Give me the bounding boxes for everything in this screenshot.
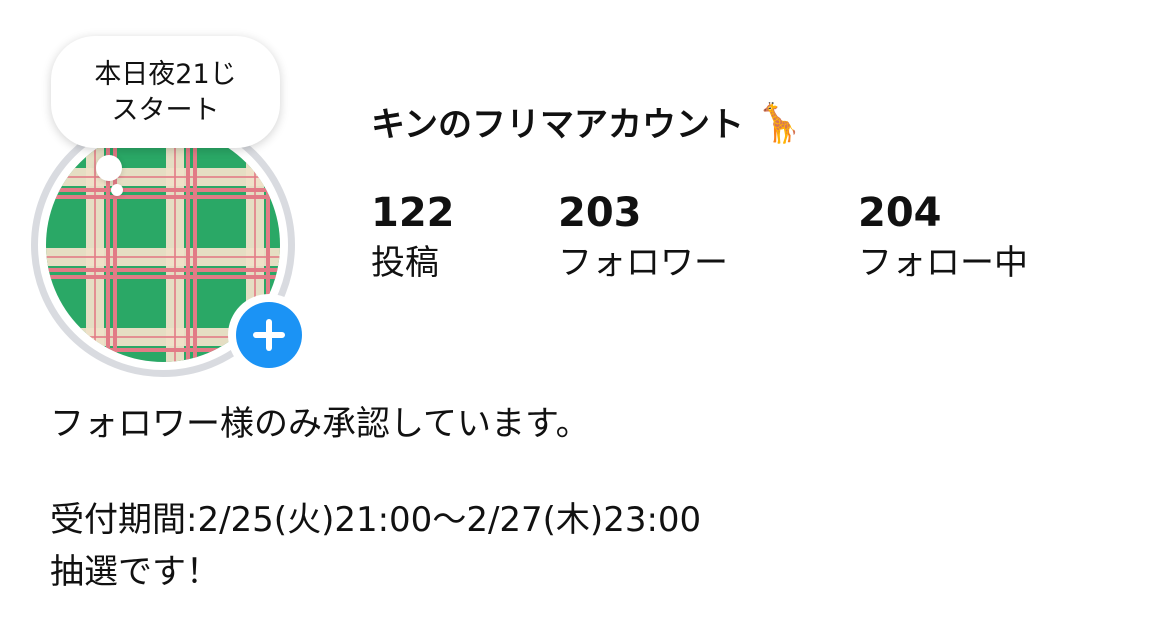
note-line-1: 本日夜21じ	[94, 59, 237, 90]
note-bubble-tail-small	[111, 184, 123, 196]
profile-name: キンのフリマアカウント 🦒	[371, 98, 803, 150]
following-count: 204	[858, 190, 942, 236]
following-stat[interactable]: 204 フォロー中	[858, 188, 1028, 288]
posts-label: 投稿	[371, 243, 439, 283]
note-bubble[interactable]: 本日夜21じ スタート	[51, 36, 280, 148]
profile-name-text: キンのフリマアカウント	[371, 105, 744, 145]
following-label: フォロー中	[858, 243, 1028, 283]
note-bubble-tail-large	[96, 155, 122, 181]
add-story-circle	[236, 302, 302, 368]
giraffe-icon: 🦒	[755, 101, 804, 145]
bio-spacer	[50, 450, 1140, 494]
followers-label: フォロワー	[558, 243, 728, 283]
bio-line-1: フォロワー様のみ承認しています。	[50, 404, 590, 444]
add-story-button[interactable]	[228, 294, 310, 376]
profile-header: 本日夜21じ スタート キンのフリマアカウント 🦒 122 投稿 203 フォロ…	[0, 0, 1170, 390]
posts-stat[interactable]: 122 投稿	[371, 188, 455, 288]
posts-count: 122	[371, 190, 455, 236]
bio-line-2: 受付期間:2/25(火)21:00～2/27(木)23:00	[50, 500, 702, 540]
profile-bio: フォロワー様のみ承認しています。 受付期間:2/25(火)21:00～2/27(…	[50, 398, 1140, 598]
bio-line-3: 抽選です！	[50, 552, 220, 592]
note-line-2: スタート	[111, 95, 220, 126]
followers-stat[interactable]: 203 フォロワー	[558, 188, 728, 288]
plus-icon	[253, 319, 285, 351]
followers-count: 203	[558, 190, 642, 236]
